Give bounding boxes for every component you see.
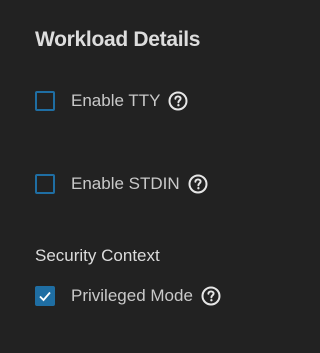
privileged-mode-checkbox[interactable] — [35, 286, 55, 306]
section-title: Workload Details — [35, 28, 201, 51]
privileged-mode-option: Privileged Mode — [35, 284, 221, 308]
help-circle-icon[interactable] — [168, 91, 188, 111]
enable-tty-checkbox[interactable] — [35, 91, 55, 111]
enable-stdin-checkbox[interactable] — [35, 174, 55, 194]
help-circle-icon[interactable] — [201, 286, 221, 306]
privileged-mode-label[interactable]: Privileged Mode — [71, 286, 193, 306]
help-circle-icon[interactable] — [188, 174, 208, 194]
enable-tty-label[interactable]: Enable TTY — [71, 91, 160, 111]
check-icon — [39, 291, 51, 302]
enable-stdin-label[interactable]: Enable STDIN — [71, 174, 180, 194]
security-context-label: Security Context — [35, 246, 160, 265]
enable-tty-option: Enable TTY — [35, 89, 188, 113]
enable-stdin-option: Enable STDIN — [35, 172, 208, 196]
